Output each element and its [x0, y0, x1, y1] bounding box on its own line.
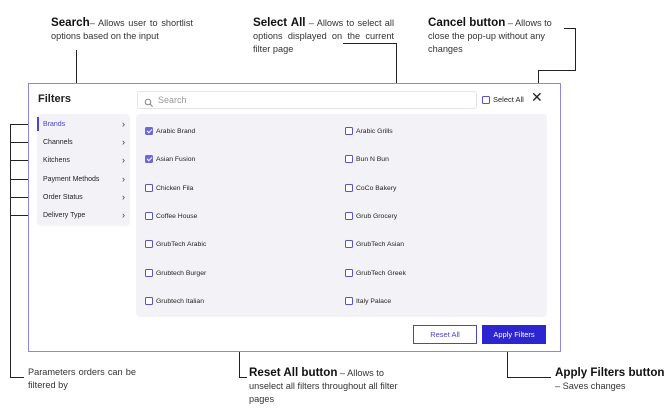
select-all-label: Select All: [493, 95, 524, 104]
option-coco-bakery[interactable]: CoCo Bakery: [345, 184, 396, 192]
checkbox-icon[interactable]: [345, 240, 353, 248]
sidebar-item-label: Order Status: [43, 193, 83, 201]
connector-params-h: [10, 377, 24, 378]
connector-apply-h: [507, 377, 551, 378]
apply-filters-button[interactable]: Apply Filters: [482, 325, 546, 344]
option-label: Arabic Grills: [356, 127, 393, 135]
checkbox-icon[interactable]: [145, 155, 153, 163]
reset-all-button[interactable]: Reset All: [413, 325, 477, 344]
sidebar-item-delivery-type[interactable]: Delivery Type ›: [37, 207, 130, 223]
annotation-cancel-title: Cancel button: [428, 16, 506, 29]
annotation-reset-all: Reset All button – Allows to unselect al…: [249, 366, 409, 406]
option-italy-palace[interactable]: Italy Palace: [345, 297, 391, 305]
checkbox-icon[interactable]: [145, 212, 153, 220]
checkbox-icon[interactable]: [145, 240, 153, 248]
sidebar-item-brands[interactable]: Brands ›: [37, 116, 130, 132]
chevron-right-icon: ›: [122, 174, 125, 184]
chevron-right-icon: ›: [122, 210, 125, 220]
sidebar-item-kitchens[interactable]: Kitchens ›: [37, 152, 130, 168]
filter-sidebar: Brands › Channels › Kitchens › Payment M…: [37, 114, 130, 226]
connector-cancel-h2: [538, 70, 576, 71]
search-input[interactable]: [158, 95, 458, 105]
select-all-control[interactable]: Select All: [482, 95, 524, 104]
annotation-apply-text: – Saves changes: [555, 381, 626, 391]
option-grub-grocery[interactable]: Grub Grocery: [345, 212, 397, 220]
annotation-select-all: Select All – Allows to select all option…: [253, 16, 394, 56]
option-label: Arabic Brand: [156, 127, 196, 135]
annotation-parameters: Parameters orders can be filtered by: [28, 366, 136, 392]
option-label: GrubTech Asian: [356, 240, 404, 248]
option-label: Chicken Fila: [156, 184, 194, 192]
option-grubtech-burger[interactable]: Grubtech Burger: [145, 269, 206, 277]
search-box[interactable]: [137, 91, 477, 109]
option-label: GrubTech Greek: [356, 269, 406, 277]
checkbox-icon[interactable]: [145, 269, 153, 277]
option-arabic-grills[interactable]: Arabic Grills: [345, 127, 393, 135]
checkbox-icon[interactable]: [145, 297, 153, 305]
checkbox-icon[interactable]: [345, 184, 353, 192]
checkbox-icon[interactable]: [145, 127, 153, 135]
sidebar-item-label: Channels: [43, 138, 73, 146]
annotation-select-all-title: Select All: [253, 16, 306, 29]
connector-select-all-h1: [343, 43, 396, 44]
option-grubtech-italian[interactable]: Grubtech Italian: [145, 297, 204, 305]
option-arabic-brand[interactable]: Arabic Brand: [145, 127, 195, 135]
search-icon: [144, 95, 154, 107]
dialog-title: Filters: [38, 93, 72, 105]
annotation-apply-title: Apply Filters button: [555, 366, 665, 379]
chevron-right-icon: ›: [122, 119, 125, 129]
option-label: Asian Fusion: [156, 155, 196, 163]
option-label: Grub Grocery: [356, 212, 398, 220]
option-asian-fusion[interactable]: Asian Fusion: [145, 155, 195, 163]
annotation-search-title: Search: [51, 16, 90, 29]
option-grubtech-arabic[interactable]: GrubTech Arabic: [145, 240, 206, 248]
connector-cancel-v1: [575, 28, 576, 70]
checkbox-icon[interactable]: [345, 155, 353, 163]
option-label: Grubtech Burger: [156, 269, 207, 277]
filters-dialog: Filters Select All ✕ Brands › Channels ›…: [28, 83, 561, 352]
annotation-reset-all-title: Reset All button: [249, 366, 338, 379]
sidebar-item-payment-methods[interactable]: Payment Methods ›: [37, 171, 130, 187]
checkbox-icon[interactable]: [345, 297, 353, 305]
sidebar-item-label: Brands: [43, 120, 66, 128]
annotation-cancel: Cancel button – Allows to close the pop-…: [428, 16, 568, 56]
checkbox-icon[interactable]: [145, 184, 153, 192]
chevron-right-icon: ›: [122, 192, 125, 202]
sidebar-item-label: Kitchens: [43, 156, 70, 164]
select-all-checkbox[interactable]: [482, 95, 490, 104]
option-coffee-house[interactable]: Coffee House: [145, 212, 197, 220]
checkbox-icon[interactable]: [345, 212, 353, 220]
option-label: CoCo Bakery: [356, 184, 397, 192]
option-chicken-fila[interactable]: Chicken Fila: [145, 184, 193, 192]
checkbox-icon[interactable]: [345, 127, 353, 135]
chevron-right-icon: ›: [122, 155, 125, 165]
annotation-parameters-text: Parameters orders can be filtered by: [28, 367, 136, 390]
sidebar-item-label: Payment Methods: [43, 175, 100, 183]
option-grubtech-asian[interactable]: GrubTech Asian: [345, 240, 404, 248]
close-icon[interactable]: ✕: [531, 90, 543, 104]
checkbox-icon[interactable]: [345, 269, 353, 277]
option-label: Coffee House: [156, 212, 198, 220]
connector-params-v: [10, 124, 11, 377]
option-label: Bun N Bun: [356, 155, 389, 163]
sidebar-item-channels[interactable]: Channels ›: [37, 134, 130, 150]
option-bun-n-bun[interactable]: Bun N Bun: [345, 155, 389, 163]
chevron-right-icon: ›: [122, 137, 125, 147]
options-panel: Arabic Brand Arabic Grills Asian Fusion …: [136, 114, 547, 317]
annotation-apply: Apply Filters button – Saves changes: [555, 366, 670, 393]
option-grubtech-greek[interactable]: GrubTech Greek: [345, 269, 406, 277]
sidebar-item-order-status[interactable]: Order Status ›: [37, 189, 130, 205]
option-label: Grubtech Italian: [156, 297, 204, 305]
option-label: GrubTech Arabic: [156, 240, 207, 248]
annotation-search: Search– Allows user to shortlist options…: [51, 16, 193, 43]
option-label: Italy Palace: [356, 297, 392, 305]
connector-reset-h2: [239, 377, 247, 378]
sidebar-item-label: Delivery Type: [43, 211, 86, 219]
